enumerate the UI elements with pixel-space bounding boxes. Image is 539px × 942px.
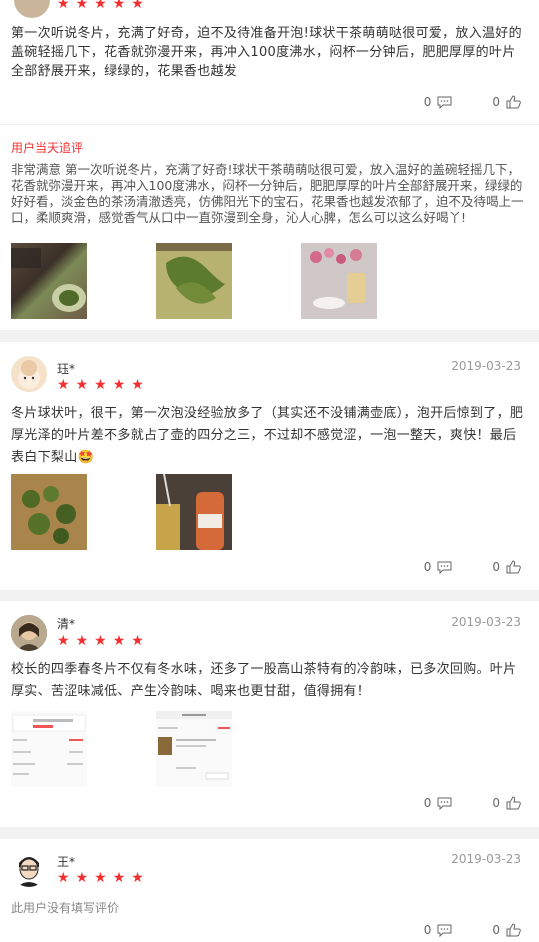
star-icon: ★ xyxy=(57,870,70,886)
comment-count: 0 xyxy=(423,923,432,937)
like-button[interactable]: 0 xyxy=(492,923,521,937)
star-icon: ★ xyxy=(57,0,70,12)
star-icon: ★ xyxy=(94,633,107,649)
star-icon: ★ xyxy=(131,0,144,12)
star-rating: ★ ★ ★ ★ ★ xyxy=(57,378,144,392)
star-icon: ★ xyxy=(131,377,144,393)
username: 清* xyxy=(57,617,76,631)
review-text: 校长的四季春冬片不仅有冬水味，还多了一股高山茶特有的冷韵味，已多次回购。叶片厚实… xyxy=(11,662,517,699)
star-icon: ★ xyxy=(57,633,70,649)
like-button[interactable]: 0 xyxy=(492,560,521,574)
followup-text: 非常满意 第一次听说冬片，充满了好奇!球状干茶萌萌哒很可爱，放入温好的盖碗轻摇几… xyxy=(11,162,524,225)
star-icon: ★ xyxy=(75,0,89,12)
review-card: ★ ★ ★ ★ ★ 第一次听说冬片，充满了好奇，迫不及待准备开泡!球状干茶萌萌哒很可爱，… xyxy=(0,0,539,330)
review-date: 2019-03-23 xyxy=(451,615,521,629)
review-card: 王* 2019-03-23 ★ ★ ★ ★ ★ 此用户没有填写评价 0 0 xyxy=(0,839,539,942)
review-photo[interactable] xyxy=(11,474,87,550)
review-date: 2019-03-23 xyxy=(451,852,521,866)
review-card: 清* 2019-03-23 ★ ★ ★ ★ ★ 校长的四季春冬片不仅有冬水味，还多了一股… xyxy=(0,601,539,827)
review-actions: 0 0 xyxy=(424,796,521,810)
review-photo[interactable] xyxy=(301,243,377,319)
thumbs-up-icon xyxy=(506,796,521,810)
thumbs-up-icon xyxy=(506,560,521,574)
review-photo[interactable] xyxy=(11,243,87,319)
review-date: 2019-03-23 xyxy=(451,359,521,373)
review-actions: 0 0 xyxy=(424,560,521,574)
comment-icon xyxy=(437,924,452,937)
star-icon: ★ xyxy=(131,633,144,649)
review-actions: 0 0 xyxy=(424,95,521,109)
followup-label: 用户当天追评 xyxy=(11,141,84,155)
thumbs-up-icon xyxy=(506,923,521,937)
comment-count: 0 xyxy=(423,95,432,109)
comment-icon xyxy=(437,96,452,109)
comment-count: 0 xyxy=(423,560,432,574)
avatar xyxy=(11,356,47,392)
star-icon: ★ xyxy=(131,870,144,886)
review-photo[interactable] xyxy=(11,711,87,787)
review-actions: 0 0 xyxy=(424,923,521,937)
like-count: 0 xyxy=(492,923,500,937)
comment-button[interactable]: 0 xyxy=(424,796,453,810)
like-button[interactable]: 0 xyxy=(492,95,521,109)
like-count: 0 xyxy=(492,95,500,109)
star-rating: ★ ★ ★ ★ ★ xyxy=(57,634,144,648)
star-icon: ★ xyxy=(112,633,126,649)
star-icon: ★ xyxy=(94,0,107,12)
username: 王* xyxy=(57,855,76,869)
star-icon: ★ xyxy=(94,377,107,393)
avatar xyxy=(11,851,47,887)
star-icon: ★ xyxy=(112,377,126,393)
review-photo[interactable] xyxy=(156,711,232,787)
star-icon: ★ xyxy=(75,377,89,393)
comment-button[interactable]: 0 xyxy=(424,923,453,937)
comment-icon xyxy=(437,561,452,574)
review-text: 冬片球状叶，很干，第一次泡没经验放多了（其实还不没铺满壶底），泡开后惊到了，肥厚… xyxy=(11,406,524,465)
comment-count: 0 xyxy=(423,796,432,810)
like-button[interactable]: 0 xyxy=(492,796,521,810)
comment-button[interactable]: 0 xyxy=(424,95,453,109)
username: 珏* xyxy=(57,362,76,376)
review-photo[interactable] xyxy=(156,243,232,319)
star-rating: ★ ★ ★ ★ ★ xyxy=(57,871,144,885)
avatar xyxy=(11,615,47,651)
star-icon: ★ xyxy=(112,870,126,886)
review-photo[interactable] xyxy=(156,474,232,550)
star-icon: ★ xyxy=(94,870,107,886)
review-text: 第一次听说冬片，充满了好奇，迫不及待准备开泡!球状干茶萌萌哒很可爱，放入温好的盖… xyxy=(11,26,522,79)
avatar xyxy=(14,0,50,18)
star-rating: ★ ★ ★ ★ ★ xyxy=(57,0,144,11)
star-icon: ★ xyxy=(75,633,89,649)
review-text: 此用户没有填写评价 xyxy=(11,901,120,915)
thumbs-up-icon xyxy=(506,95,521,109)
like-count: 0 xyxy=(492,560,500,574)
comment-button[interactable]: 0 xyxy=(424,560,453,574)
comment-icon xyxy=(437,797,452,810)
star-icon: ★ xyxy=(75,870,89,886)
star-icon: ★ xyxy=(57,377,70,393)
review-card: 珏* 2019-03-23 ★ ★ ★ ★ ★ 冬片球状叶，很干，第一次泡没经验放多了（… xyxy=(0,342,539,590)
star-icon: ★ xyxy=(112,0,126,12)
like-count: 0 xyxy=(492,796,500,810)
divider xyxy=(0,124,539,125)
